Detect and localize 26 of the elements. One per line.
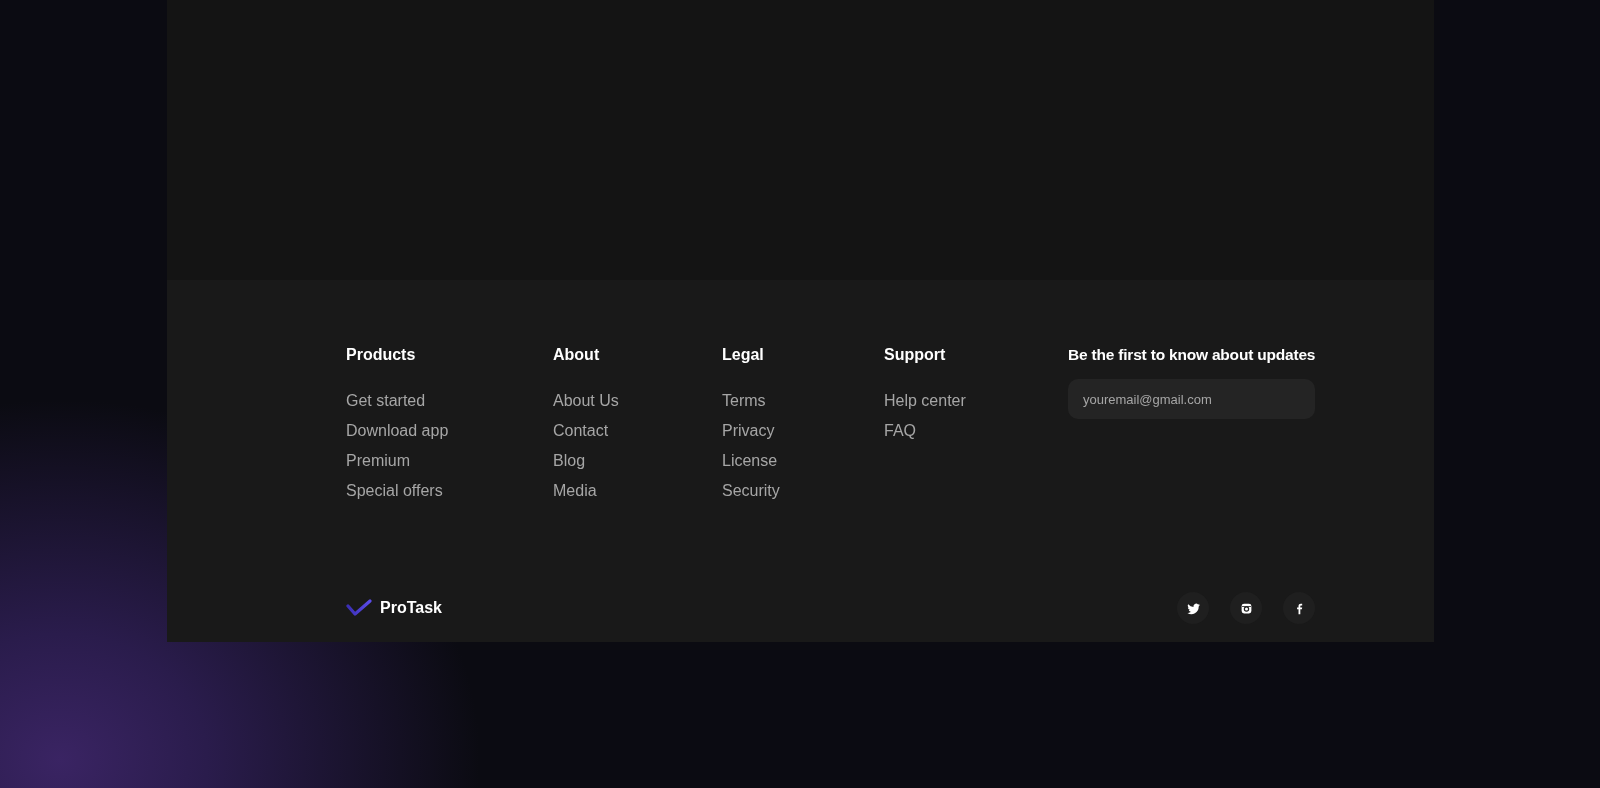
checkmark-logo-icon <box>346 599 372 617</box>
newsletter-heading: Be the first to know about updates <box>1068 345 1316 365</box>
footer-link[interactable]: FAQ <box>884 421 916 441</box>
footer-link[interactable]: Contact <box>553 421 609 441</box>
footer-link[interactable]: Special offers <box>346 481 443 501</box>
column-heading: Legal <box>722 345 765 365</box>
footer-link[interactable]: About Us <box>553 391 619 411</box>
email-field[interactable]: youremail@gmail.com <box>1068 379 1315 419</box>
footer-link[interactable]: Blog <box>553 451 586 471</box>
social-link[interactable] <box>1230 592 1262 624</box>
twitter-bird-icon <box>1186 601 1200 615</box>
footer-link[interactable]: Premium <box>346 451 410 471</box>
column-heading: About <box>553 345 601 365</box>
column-heading: Support <box>884 345 947 365</box>
footer-link[interactable]: Terms <box>722 391 766 411</box>
footer-link[interactable]: Help center <box>884 391 966 411</box>
camera-icon <box>1239 601 1253 615</box>
footer-link[interactable]: Privacy <box>722 421 775 441</box>
footer-link[interactable]: Get started <box>346 391 426 411</box>
footer-link[interactable]: Media <box>553 481 597 501</box>
social-link[interactable] <box>1177 592 1209 624</box>
footer-link[interactable]: Security <box>722 481 780 501</box>
brand-name: ProTask <box>380 599 442 617</box>
footer-link[interactable]: Download app <box>346 421 449 441</box>
footer-link[interactable]: License <box>722 451 778 471</box>
column-heading: Products <box>346 345 417 365</box>
